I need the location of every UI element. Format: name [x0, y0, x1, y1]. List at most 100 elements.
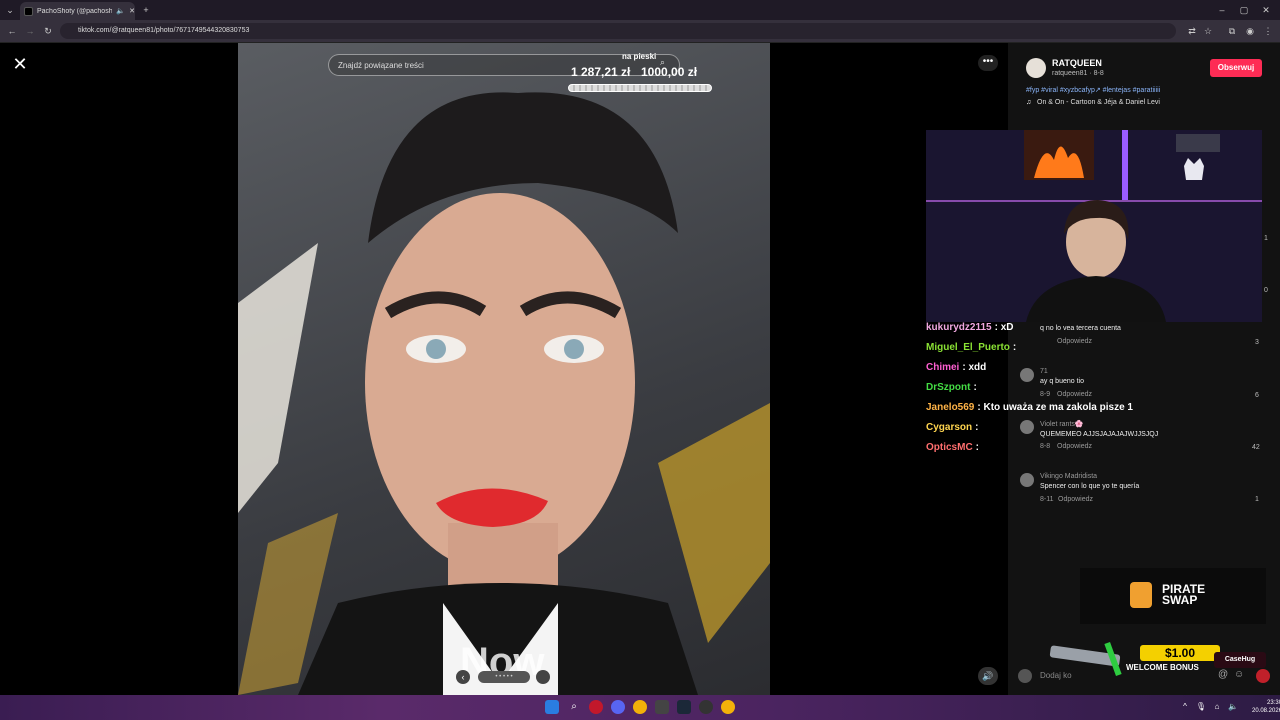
donation-current-amount: 1 287,21 zł [571, 65, 631, 79]
bonus-amount: $1.00 [1140, 645, 1220, 661]
chat-username: DrSzpont [926, 382, 971, 393]
tab-audio-icon[interactable]: 🔈 [116, 7, 125, 15]
chat-message: Cygarson: [926, 422, 978, 433]
chrome-icon[interactable] [633, 700, 647, 714]
network-icon[interactable]: ⌂ [1210, 700, 1224, 714]
comment-input[interactable]: Dodaj ko [1040, 671, 1072, 680]
music-title[interactable]: On & On - Cartoon & Jéja & Daniel Levi [1037, 99, 1160, 106]
chat-text: : [975, 442, 980, 453]
photo-carousel-nav: ‹ • • • • • [456, 668, 552, 686]
comment-reply-link[interactable]: Odpowiedz [1057, 443, 1092, 450]
comment-date: 8-11 [1040, 496, 1054, 503]
forward-icon[interactable]: → [24, 25, 36, 37]
tab-list-button[interactable]: ⌄ [4, 4, 16, 16]
volume-icon[interactable]: 🔊 [978, 667, 998, 685]
comment-username[interactable]: 71 [1040, 368, 1048, 375]
new-tab-button[interactable]: + [140, 4, 152, 16]
comment-like-count[interactable]: 1 [1255, 496, 1259, 503]
carousel-dots: • • • • • [478, 671, 530, 683]
comment-like-count[interactable]: 42 [1252, 444, 1260, 451]
carousel-prev-icon[interactable]: ‹ [456, 670, 470, 684]
browser-tab[interactable]: PachoShoty (@pachoshoty) 🔈 ✕ [20, 2, 135, 20]
follow-button[interactable]: Obserwuj [1210, 59, 1262, 77]
tray-chevron-icon[interactable]: ^ [1178, 700, 1192, 714]
post-hashtags[interactable]: #fyp #viral #xyzbcafyp↗ #lentejas #parat… [1026, 86, 1160, 94]
extensions-icon[interactable]: ⧉ [1226, 25, 1238, 37]
chat-username: OpticsMC [926, 442, 973, 453]
tab-title: PachoShoty (@pachoshoty) [37, 7, 113, 15]
comment-reply-link[interactable]: Odpowiedz [1057, 391, 1092, 398]
chat-text: : [1012, 342, 1017, 353]
author-avatar[interactable] [1026, 58, 1046, 78]
more-options-icon[interactable]: ••• [978, 55, 998, 71]
mic-icon[interactable]: 🎙 [1194, 700, 1208, 714]
url-input[interactable]: tiktok.com/@ratqueen81/photo/76717495443… [60, 23, 1176, 39]
comment-text: QUEMEMEO AJJSJAJAJAJWJJSJQJ [1040, 431, 1159, 438]
emoji-icon[interactable]: ☺ [1234, 669, 1244, 680]
app-icon[interactable] [655, 700, 669, 714]
chat-text: : [975, 422, 979, 433]
chat-message: DrSzpont: [926, 382, 977, 393]
pirate-ad-line2: SWAP [1162, 593, 1198, 607]
author-name[interactable]: RATQUEEN [1052, 58, 1102, 68]
taskbar-search-icon[interactable]: ⌕ [567, 700, 581, 714]
chat-message: OpticsMC: [926, 442, 979, 453]
chat-text: : xdd [962, 362, 987, 373]
opera-icon[interactable] [589, 700, 603, 714]
comment-avatar[interactable] [1020, 420, 1034, 434]
stream-webcam-overlay [926, 130, 1262, 322]
back-icon[interactable]: ← [6, 25, 18, 37]
comment-username[interactable]: Violet rants🌸 [1040, 420, 1084, 428]
chat-username: Chimei [926, 362, 960, 373]
bookmark-star-icon[interactable]: ☆ [1202, 25, 1214, 37]
tab-close-icon[interactable]: ✕ [129, 7, 135, 15]
comment-input-area[interactable]: Dodaj ko @ ☺ [1016, 665, 1272, 687]
comment-like-count[interactable]: 6 [1255, 392, 1259, 399]
discord-icon[interactable] [611, 700, 625, 714]
clock-time: 23:30 [1267, 700, 1280, 706]
chat-message: Chimei: xdd [926, 362, 986, 373]
reload-icon[interactable]: ↻ [42, 25, 54, 37]
close-window-button[interactable]: ✕ [1260, 4, 1272, 16]
pirateswap-ad: PIRATE SWAP [1080, 568, 1266, 624]
chat-username: Miguel_El_Puerto [926, 342, 1010, 353]
comment-username[interactable]: Vikingo Madridista [1040, 473, 1097, 480]
comment-date: 8-8 [1040, 443, 1051, 450]
steam-icon[interactable] [677, 700, 691, 714]
obs-icon[interactable] [699, 700, 713, 714]
browser-tab-bar [0, 0, 1280, 20]
comment-reply-link[interactable]: Odpowiedz [1058, 496, 1093, 503]
donation-goal-label: na pieski [622, 52, 657, 61]
user-avatar [1018, 669, 1032, 683]
maximize-button[interactable]: ▢ [1238, 4, 1250, 16]
taskbar-clock[interactable]: 23:30 20.08.2026 [1252, 699, 1280, 715]
music-note-icon: ♫ [1026, 99, 1032, 106]
chrome-active-icon[interactable] [721, 700, 735, 714]
portrait-illustration [238, 92, 770, 695]
comment-text: Spencer con lo que yo te quería [1040, 483, 1140, 490]
side-count: 1 [1264, 235, 1268, 242]
comment-text: ay q bueno tio [1040, 378, 1084, 385]
donation-progress-bar [568, 84, 712, 92]
carousel-next-icon[interactable] [536, 670, 550, 684]
profile-icon[interactable]: ◉ [1244, 25, 1256, 37]
send-icon[interactable] [1256, 669, 1270, 683]
translate-icon[interactable]: ⇄ [1186, 25, 1198, 37]
chat-username: Cygarson [926, 422, 973, 433]
minimize-button[interactable]: – [1216, 4, 1228, 16]
chat-text: : [973, 382, 977, 393]
chat-text: : Kto uważa ze ma zakola pisze 1 [977, 402, 1133, 413]
mention-icon[interactable]: @ [1218, 669, 1228, 680]
comment-avatar[interactable] [1020, 473, 1034, 487]
browser-menu-icon[interactable]: ⋮ [1262, 25, 1274, 37]
comment-avatar[interactable] [1020, 368, 1034, 382]
comment-reply-link[interactable]: Odpowiedz [1057, 338, 1092, 345]
post-photo [238, 43, 770, 695]
donation-goal-amount: 1000,00 zł [641, 65, 698, 79]
start-icon[interactable] [545, 700, 559, 714]
speaker-icon[interactable]: 🔈 [1226, 700, 1240, 714]
tiktok-favicon-icon [24, 6, 33, 16]
chat-message: Janelo569: Kto uważa ze ma zakola pisze … [926, 402, 1133, 413]
close-viewer-icon[interactable]: ✕ [10, 54, 30, 74]
comment-like-count[interactable]: 3 [1255, 339, 1259, 346]
